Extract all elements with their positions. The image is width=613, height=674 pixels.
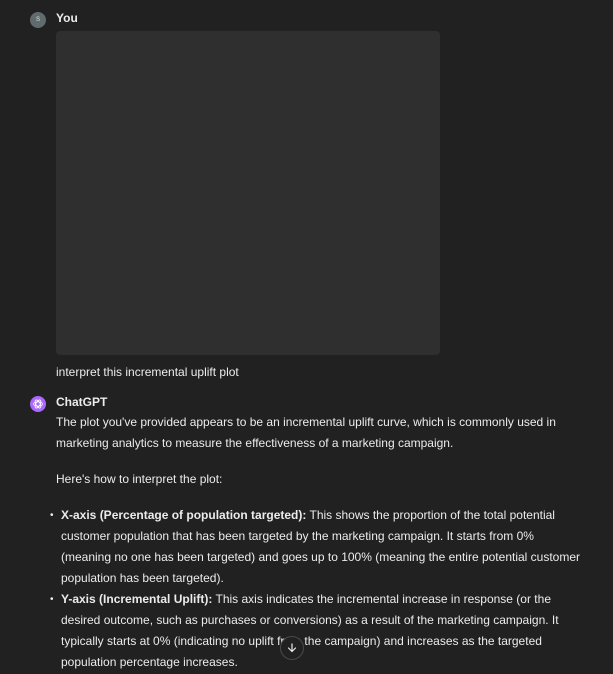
chat-page: S You interpret this incremental uplift … xyxy=(0,0,613,674)
list-item: X-axis (Percentage of population targete… xyxy=(50,505,586,589)
openai-logo-icon xyxy=(30,396,46,412)
response-list: X-axis (Percentage of population targete… xyxy=(50,505,586,673)
response-intro: The plot you've provided appears to be a… xyxy=(56,415,556,450)
assistant-response: The plot you've provided appears to be a… xyxy=(50,412,586,673)
list-item: Y-axis (Incremental Uplift): This axis i… xyxy=(50,589,586,673)
assistant-author-name: ChatGPT xyxy=(56,395,108,409)
user-message-text: interpret this incremental uplift plot xyxy=(56,365,239,379)
response-lead: Here's how to interpret the plot: xyxy=(56,472,223,486)
arrow-down-icon xyxy=(287,643,297,653)
scroll-to-bottom-button[interactable] xyxy=(280,636,304,660)
list-item-title: Y-axis (Incremental Uplift): xyxy=(61,592,213,606)
user-avatar[interactable]: S xyxy=(30,12,46,28)
attached-image[interactable] xyxy=(56,31,440,355)
user-author-name: You xyxy=(56,11,78,25)
user-avatar-initials: S xyxy=(35,17,40,23)
list-item-title: X-axis (Percentage of population targete… xyxy=(61,508,307,522)
openai-logo-icon-glyph xyxy=(33,399,43,409)
